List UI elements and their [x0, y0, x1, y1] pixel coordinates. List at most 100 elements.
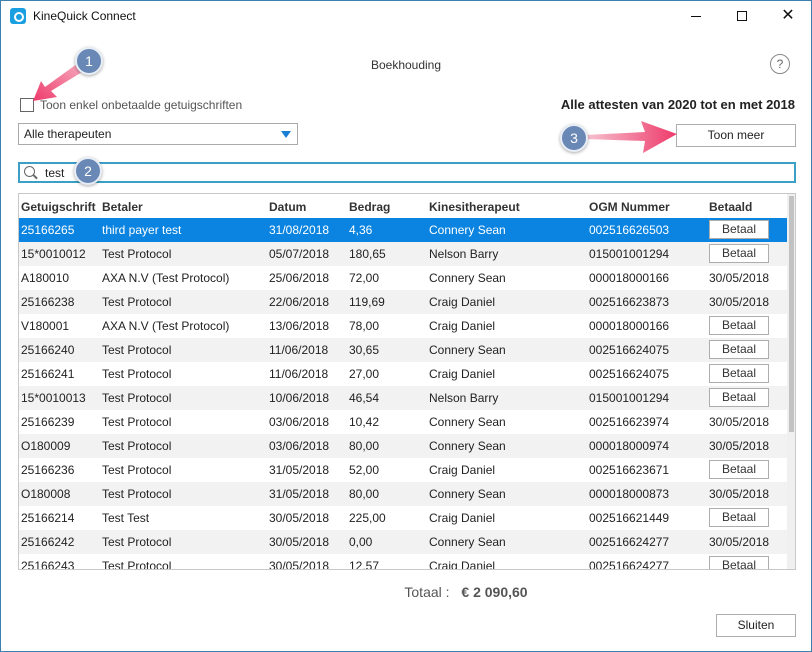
cell-amount: 80,00 — [349, 439, 380, 453]
cell-therapist: Connery Sean — [429, 535, 506, 549]
table-row[interactable]: V180001 AXA N.V (Test Protocol) 13/06/2018… — [19, 314, 787, 338]
table-row[interactable]: 15*0010012 Test Protocol 05/07/2018 180,65 N… — [19, 242, 787, 266]
cell-payer: AXA N.V (Test Protocol) — [102, 271, 230, 285]
invoices-table: Getuigschrift Betaler Datum Bedrag Kines… — [18, 193, 796, 570]
cell-amount: 80,00 — [349, 487, 380, 501]
cell-paid-date: 30/05/2018 — [709, 295, 770, 309]
cell-amount: 119,69 — [349, 295, 385, 309]
window-title: KineQuick Connect — [33, 9, 136, 23]
cell-id: V180001 — [21, 319, 70, 333]
pay-button[interactable]: Betaal — [709, 388, 769, 407]
cell-amount: 27,00 — [349, 367, 380, 381]
table-row[interactable]: 25166265 third payer test 31/08/2018 4,36 Co… — [19, 218, 787, 242]
cell-payer: Test Protocol — [102, 487, 172, 501]
pay-button[interactable]: Betaal — [709, 244, 769, 263]
table-row[interactable]: 25166236 Test Protocol 31/05/2018 52,00 Crai… — [19, 458, 787, 482]
cell-id: O180008 — [21, 487, 71, 501]
total-label: Totaal : — [404, 584, 450, 600]
pay-button[interactable]: Betaal — [709, 460, 769, 479]
cell-ogm: 002516626503 — [589, 223, 670, 237]
cell-therapist: Craig Daniel — [429, 367, 496, 381]
total-value: € 2 090,60 — [461, 584, 528, 600]
cell-payer: Test Protocol — [102, 391, 172, 405]
column-header[interactable]: Kinesitherapeut — [429, 200, 520, 214]
pay-button[interactable]: Betaal — [709, 364, 769, 383]
cell-id: 25166238 — [21, 295, 75, 309]
cell-payer: Test Protocol — [102, 439, 172, 453]
pay-button[interactable]: Betaal — [709, 316, 769, 335]
minimize-button[interactable] — [673, 1, 719, 31]
close-window-button[interactable]: ✕ — [765, 1, 811, 31]
table-body: 25166265 third payer test 31/08/2018 4,36 Co… — [19, 218, 787, 570]
cell-amount: 10,42 — [349, 415, 380, 429]
page-title: Boekhouding — [370, 58, 442, 72]
cell-date: 22/06/2018 — [269, 295, 330, 309]
help-icon[interactable]: ? — [770, 54, 790, 74]
column-header[interactable]: OGM Nummer — [589, 200, 670, 214]
cell-ogm: 000018000873 — [589, 487, 670, 501]
cell-therapist: Craig Daniel — [429, 511, 496, 525]
cell-payer: AXA N.V (Test Protocol) — [102, 319, 230, 333]
column-header[interactable]: Bedrag — [349, 200, 390, 214]
cell-therapist: Nelson Barry — [429, 391, 499, 405]
cell-date: 10/06/2018 — [269, 391, 330, 405]
close-button[interactable]: Sluiten — [716, 614, 796, 637]
cell-ogm: 015001001294 — [589, 391, 670, 405]
cell-paid-date: 30/05/2018 — [709, 439, 770, 453]
table-row[interactable]: 25166238 Test Protocol 22/06/2018 119,69 Cra… — [19, 290, 787, 314]
table-row[interactable]: O180008 Test Protocol 31/05/2018 80,00 Conne… — [19, 482, 787, 506]
cell-id: 25166241 — [21, 367, 75, 381]
cell-payer: Test Protocol — [102, 415, 172, 429]
pay-button[interactable]: Betaal — [709, 508, 769, 527]
table-row[interactable]: 25166243 Test Protocol 30/05/2018 12,57 Crai… — [19, 554, 787, 570]
column-header[interactable]: Datum — [269, 200, 306, 214]
table-row[interactable]: 25166239 Test Protocol 03/06/2018 10,42 Conn… — [19, 410, 787, 434]
annotation-arrow-3 — [585, 121, 677, 153]
annotation-badge-2: 2 — [74, 157, 102, 185]
chevron-down-icon — [281, 131, 291, 138]
cell-ogm: 002516623974 — [589, 415, 670, 429]
column-header[interactable]: Betaald — [709, 200, 752, 214]
table-row[interactable]: 25166242 Test Protocol 30/05/2018 0,00 Conne… — [19, 530, 787, 554]
cell-amount: 12,57 — [349, 559, 380, 570]
cell-ogm: 002516623873 — [589, 295, 670, 309]
table-row[interactable]: 25166240 Test Protocol 11/06/2018 30,65 Conn… — [19, 338, 787, 362]
cell-therapist: Connery Sean — [429, 487, 506, 501]
table-row[interactable]: 15*0010013 Test Protocol 10/06/2018 46,54 Ne… — [19, 386, 787, 410]
cell-date: 05/07/2018 — [269, 247, 330, 261]
cell-date: 11/06/2018 — [269, 367, 329, 381]
cell-date: 30/05/2018 — [269, 535, 330, 549]
maximize-button[interactable] — [719, 1, 765, 31]
cell-ogm: 015001001294 — [589, 247, 670, 261]
cell-date: 25/06/2018 — [269, 271, 330, 285]
cell-therapist: Connery Sean — [429, 415, 506, 429]
cell-date: 31/05/2018 — [269, 463, 330, 477]
maximize-icon — [737, 11, 747, 21]
table-row[interactable]: 25166241 Test Protocol 11/06/2018 27,00 Crai… — [19, 362, 787, 386]
pay-button[interactable]: Betaal — [709, 556, 769, 569]
table-row[interactable]: O180009 Test Protocol 03/06/2018 80,00 Conne… — [19, 434, 787, 458]
scrollbar-thumb[interactable] — [789, 196, 794, 432]
cell-ogm: 000018000166 — [589, 271, 670, 285]
cell-date: 03/06/2018 — [269, 415, 330, 429]
search-input[interactable]: test — [18, 162, 796, 183]
table-row[interactable]: 25166214 Test Test 30/05/2018 225,00 Craig D… — [19, 506, 787, 530]
search-value: test — [45, 166, 65, 180]
cell-paid-date: 30/05/2018 — [709, 535, 770, 549]
table-row[interactable]: A180010 AXA N.V (Test Protocol) 25/06/2018… — [19, 266, 787, 290]
cell-ogm: 002516624075 — [589, 343, 670, 357]
annotation-badge-3: 3 — [560, 124, 588, 152]
pay-button[interactable]: Betaal — [709, 340, 769, 359]
table-scrollbar[interactable] — [787, 194, 795, 569]
cell-id: 25166265 — [21, 223, 75, 237]
pay-button[interactable]: Betaal — [709, 220, 769, 239]
show-more-button[interactable]: Toon meer — [676, 124, 796, 147]
cell-id: 25166214 — [21, 511, 75, 525]
column-header[interactable]: Getuigschrift — [21, 200, 96, 214]
therapist-select[interactable]: Alle therapeuten — [18, 123, 298, 145]
annotation-badge-1: 1 — [75, 47, 103, 75]
column-header[interactable]: Betaler — [102, 200, 143, 214]
total-summary: Totaal : € 2 090,60 — [1, 584, 812, 600]
cell-therapist: Connery Sean — [429, 439, 506, 453]
therapist-select-value: Alle therapeuten — [24, 127, 112, 141]
